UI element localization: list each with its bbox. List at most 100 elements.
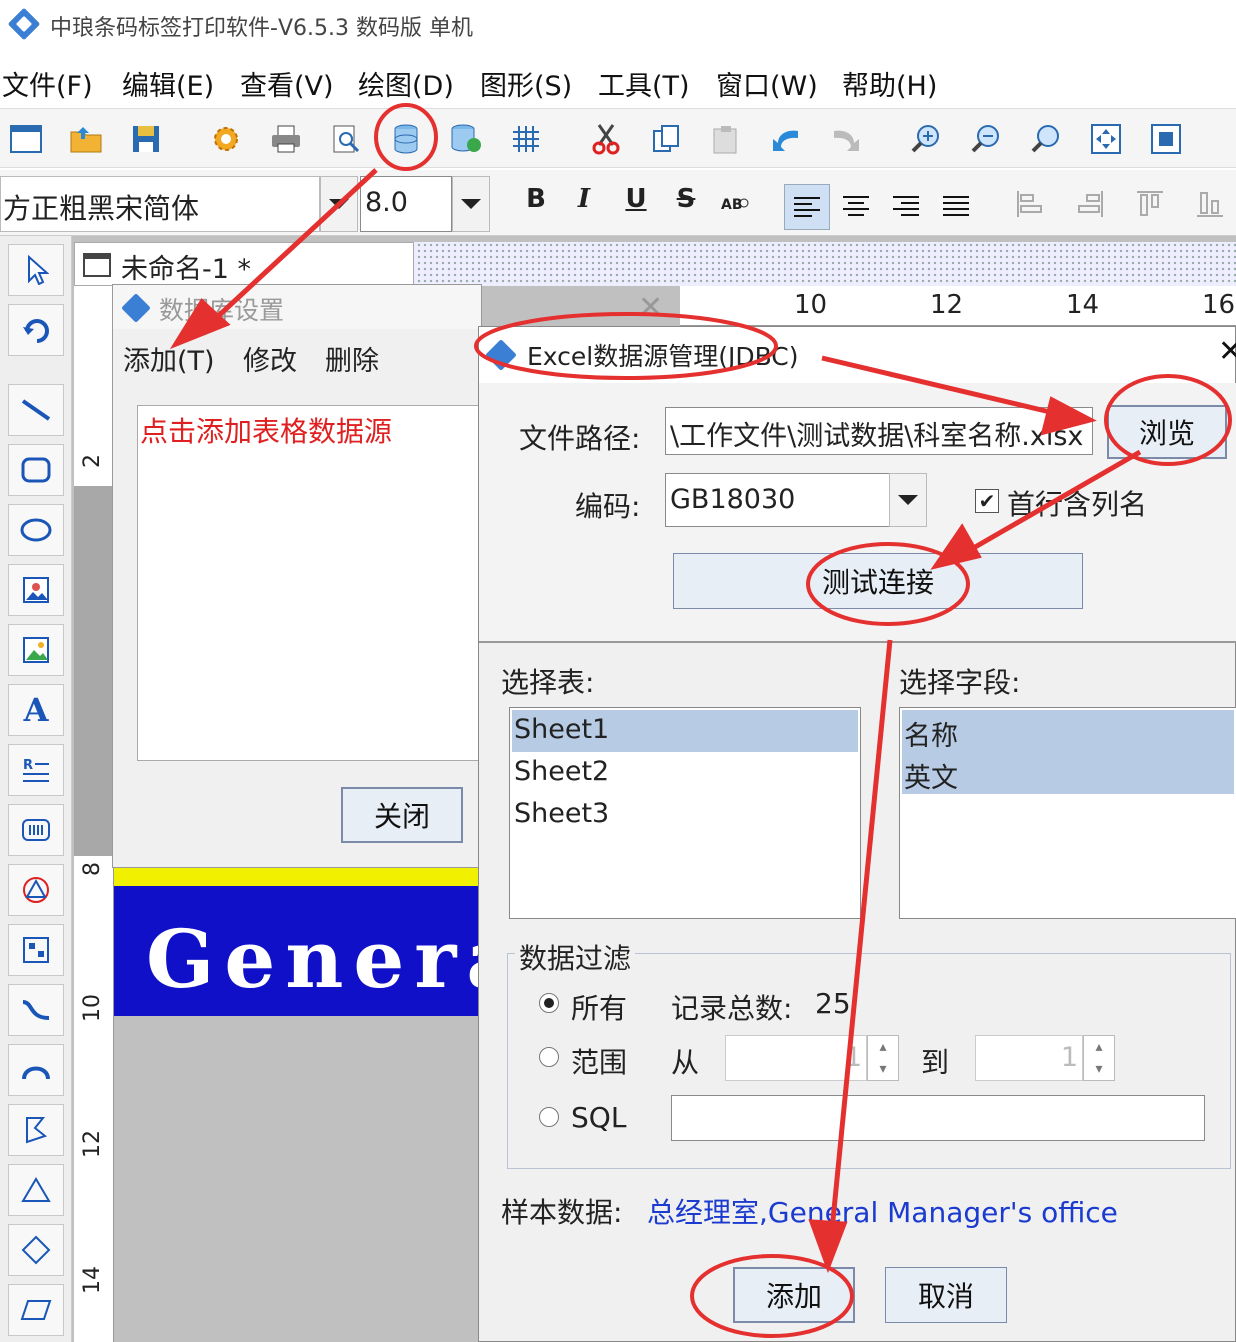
- ruler-v-14: 14: [80, 1266, 105, 1294]
- new-window-icon[interactable]: [8, 121, 44, 157]
- menu-shape[interactable]: 图形(S): [480, 64, 572, 103]
- seal-tool-icon[interactable]: [8, 864, 64, 916]
- copy-icon[interactable]: [648, 121, 684, 157]
- text-tool-icon[interactable]: A: [8, 684, 64, 736]
- ellipse-tool-icon[interactable]: [8, 504, 64, 556]
- close-button[interactable]: 关闭: [341, 787, 463, 843]
- align-left-icon[interactable]: [784, 184, 830, 230]
- underline-button[interactable]: U: [616, 184, 656, 214]
- cancel-button[interactable]: 取消: [885, 1267, 1007, 1323]
- picture-tool-icon[interactable]: [8, 624, 64, 676]
- rotate-icon[interactable]: [8, 304, 64, 356]
- justify-icon[interactable]: [938, 188, 974, 224]
- field-item[interactable]: 名称: [902, 710, 1234, 752]
- arc-tool-icon[interactable]: [8, 1044, 64, 1096]
- triangle-tool-icon[interactable]: [8, 1164, 64, 1216]
- settings-gear-icon[interactable]: [208, 121, 244, 157]
- polyline-tool-icon[interactable]: [8, 1104, 64, 1156]
- field-list[interactable]: 名称 英文: [899, 707, 1236, 919]
- test-connection-button[interactable]: 测试连接: [673, 553, 1083, 609]
- rich-text-tool-icon[interactable]: R: [8, 744, 64, 796]
- svg-text:AB: AB: [721, 197, 743, 213]
- fit-window-icon[interactable]: [1088, 121, 1124, 157]
- strikethrough-button[interactable]: S: [666, 184, 706, 214]
- banner-text: Genera: [146, 912, 496, 1006]
- range-to-input[interactable]: 1: [975, 1035, 1083, 1081]
- range-to-spinner[interactable]: ▴ ▾: [1083, 1035, 1115, 1081]
- menu-file[interactable]: 文件(F): [2, 64, 93, 103]
- table-item[interactable]: Sheet2: [512, 752, 858, 794]
- table-list[interactable]: Sheet1 Sheet2 Sheet3: [509, 707, 861, 919]
- diamond-tool-icon[interactable]: [8, 1224, 64, 1276]
- rectangle-tool-icon[interactable]: [8, 444, 64, 496]
- range-from-input[interactable]: 1: [725, 1035, 867, 1081]
- sample-data-label: 样本数据:: [501, 1196, 623, 1229]
- datasource-list[interactable]: 点击添加表格数据源: [137, 405, 483, 761]
- save-icon[interactable]: [128, 121, 164, 157]
- menu-tools[interactable]: 工具(T): [598, 64, 690, 103]
- size-dropdown-icon[interactable]: [452, 176, 490, 232]
- sql-input[interactable]: [671, 1095, 1205, 1141]
- parallelogram-tool-icon[interactable]: [8, 1284, 64, 1336]
- align-center-icon[interactable]: [838, 188, 874, 224]
- range-from-spinner[interactable]: ▴ ▾: [867, 1035, 899, 1081]
- zoom-out-icon[interactable]: [968, 121, 1004, 157]
- bold-button[interactable]: B: [516, 184, 556, 214]
- menu-draw[interactable]: 绘图(D): [358, 64, 454, 103]
- label-banner[interactable]: Genera: [114, 868, 496, 1016]
- open-folder-icon[interactable]: [68, 121, 104, 157]
- file-path-label: 文件路径:: [519, 422, 641, 455]
- select-arrow-icon[interactable]: [8, 244, 64, 296]
- datasource-close-icon[interactable]: ✕: [638, 290, 663, 325]
- radio-range-label: 范围: [571, 1046, 628, 1079]
- table-item[interactable]: Sheet3: [512, 794, 858, 836]
- field-item[interactable]: 英文: [902, 752, 1234, 794]
- cut-icon[interactable]: [588, 121, 624, 157]
- ruler-v-8: 8: [80, 862, 105, 876]
- font-dropdown-icon[interactable]: [320, 176, 358, 232]
- grid-icon[interactable]: [508, 121, 544, 157]
- undo-icon[interactable]: [768, 121, 804, 157]
- zoom-icon[interactable]: [1028, 121, 1064, 157]
- file-path-input[interactable]: \工作文件\测试数据\科室名称.xlsx: [665, 407, 1093, 455]
- align-right-icon[interactable]: [888, 188, 924, 224]
- table-item[interactable]: Sheet1: [512, 710, 858, 752]
- line-tool-icon[interactable]: [8, 384, 64, 436]
- database-link-icon[interactable]: [448, 121, 484, 157]
- qrcode-tool-icon[interactable]: [8, 924, 64, 976]
- image-tool-icon[interactable]: [8, 564, 64, 616]
- encoding-dropdown-icon[interactable]: [889, 473, 927, 527]
- browse-button[interactable]: 浏览: [1107, 405, 1227, 459]
- add-datasource-menu[interactable]: 添加(T): [123, 339, 215, 378]
- menu-help[interactable]: 帮助(H): [842, 64, 937, 103]
- ruler-h-14: 14: [1066, 290, 1100, 320]
- menu-window[interactable]: 窗口(W): [716, 64, 818, 103]
- edit-datasource-menu[interactable]: 修改: [243, 339, 297, 378]
- italic-button[interactable]: I: [564, 184, 604, 214]
- barcode-tool-icon[interactable]: [8, 804, 64, 856]
- radio-all[interactable]: [539, 993, 559, 1013]
- horizontal-ruler: 10 12 14 16: [680, 286, 1236, 326]
- add-button[interactable]: 添加: [733, 1267, 855, 1323]
- print-icon[interactable]: [268, 121, 304, 157]
- radio-sql[interactable]: [539, 1107, 559, 1127]
- font-family-select[interactable]: 方正粗黑宋简体: [0, 176, 320, 232]
- encoding-select[interactable]: GB18030: [665, 473, 891, 527]
- zoom-in-icon[interactable]: [908, 121, 944, 157]
- radio-sql-label: SQL: [571, 1101, 627, 1134]
- dialog-app-icon: [485, 339, 517, 371]
- menu-edit[interactable]: 编辑(E): [122, 64, 214, 103]
- actual-size-icon[interactable]: [1148, 121, 1184, 157]
- font-size-select[interactable]: 8.0: [360, 176, 452, 232]
- excel-dialog-close-icon[interactable]: ✕: [1218, 334, 1236, 369]
- radio-range[interactable]: [539, 1047, 559, 1067]
- database-icon[interactable]: [388, 121, 424, 157]
- text-effect-icon[interactable]: AB: [716, 184, 752, 220]
- print-preview-icon[interactable]: [328, 121, 364, 157]
- document-tab[interactable]: 未命名-1 *: [74, 242, 414, 286]
- first-row-checkbox[interactable]: ✔: [975, 489, 999, 513]
- radio-all-label: 所有: [571, 992, 628, 1025]
- curve-tool-icon[interactable]: [8, 984, 64, 1036]
- menu-view[interactable]: 查看(V): [240, 64, 334, 103]
- delete-datasource-menu[interactable]: 删除: [325, 339, 379, 378]
